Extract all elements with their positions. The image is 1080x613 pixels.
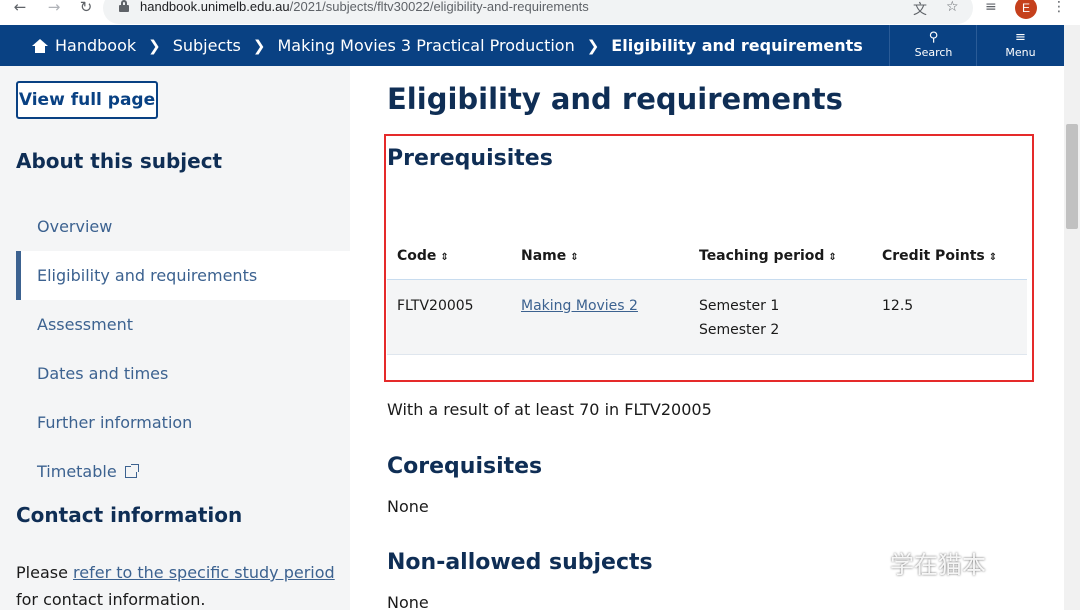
scrollbar-track[interactable]	[1064, 25, 1080, 610]
sort-icon: ⇕	[570, 251, 579, 263]
breadcrumb: Handbook ❯ Subjects ❯ Making Movies 3 Pr…	[32, 25, 863, 66]
sort-icon: ⇕	[988, 251, 998, 263]
translate-icon[interactable]: 文	[913, 0, 927, 19]
breadcrumb-subjects[interactable]: Subjects	[173, 36, 241, 55]
home-icon	[32, 38, 48, 53]
search-button[interactable]: ⚲ Search	[889, 25, 977, 66]
period-2: Semester 2	[699, 321, 780, 338]
cell-credit-points: 12.5	[872, 279, 1027, 355]
nonallowed-value: None	[387, 593, 429, 612]
external-link-icon	[124, 464, 139, 478]
sidebar-item-assessment[interactable]: Assessment	[16, 300, 350, 349]
table-row: FLTV20005 Making Movies 2 Semester 1 Sem…	[387, 279, 1027, 355]
contact-link[interactable]: refer to the specific study period	[73, 563, 335, 582]
sort-icon: ⇕	[440, 251, 449, 263]
kebab-menu-icon[interactable]: ⋮	[1052, 0, 1066, 15]
forward-arrow-icon[interactable]: →	[42, 0, 66, 18]
chevron-right-icon: ❯	[148, 36, 161, 55]
column-header-teaching-period[interactable]: Teaching period ⇕	[689, 233, 872, 280]
scrollbar-thumb[interactable]	[1066, 124, 1078, 229]
chevron-right-icon: ❯	[586, 36, 600, 55]
cell-code: FLTV20005	[387, 279, 511, 355]
sidebar-item-eligibility[interactable]: Eligibility and requirements	[16, 251, 350, 300]
table-header-row: Code ⇕ Name ⇕ Teaching period ⇕ Credit Poin…	[387, 233, 1027, 280]
contact-heading: Contact information	[16, 503, 243, 527]
cell-teaching-period: Semester 1 Semester 2	[689, 279, 872, 355]
url-text[interactable]: handbook.unimelb.edu.au/2021/subjects/fl…	[140, 0, 589, 14]
browser-toolbar: ← → ↻ handbook.unimelb.edu.au/2021/subje…	[0, 0, 1080, 25]
sidebar-item-timetable[interactable]: Timetable	[16, 447, 350, 496]
corequisites-value: None	[387, 497, 429, 516]
about-heading: About this subject	[16, 149, 223, 173]
page-title: Eligibility and requirements	[387, 82, 843, 116]
search-label: Search	[914, 46, 953, 59]
prerequisites-table: Code ⇕ Name ⇕ Teaching period ⇕ Credit Poin…	[387, 233, 1027, 355]
main-content: Eligibility and requirements Prerequisit…	[384, 66, 1047, 612]
column-header-code[interactable]: Code ⇕	[387, 233, 511, 280]
top-navigation: Handbook ❯ Subjects ❯ Making Movies 3 Pr…	[0, 25, 1064, 66]
lock-icon	[119, 0, 129, 12]
cell-name: Making Movies 2	[511, 279, 689, 355]
column-header-credit-points[interactable]: Credit Points ⇕	[872, 233, 1027, 280]
prereq-note: With a result of at least 70 in FLTV2000…	[387, 400, 712, 419]
nonallowed-heading: Non-allowed subjects	[387, 550, 653, 575]
hamburger-icon: ≡	[1015, 30, 1026, 45]
sort-icon: ⇕	[828, 251, 837, 263]
breadcrumb-handbook[interactable]: Handbook	[55, 36, 136, 55]
breadcrumb-current: Eligibility and requirements	[611, 36, 863, 55]
playlist-icon[interactable]: ≡	[985, 0, 997, 15]
star-icon[interactable]: ☆	[946, 0, 959, 15]
period-1: Semester 1	[699, 297, 780, 314]
menu-label: Menu	[1005, 46, 1036, 59]
timetable-label: Timetable	[37, 462, 117, 481]
sidebar-item-dates[interactable]: Dates and times	[16, 349, 350, 398]
avatar[interactable]: E	[1015, 0, 1037, 19]
subject-link[interactable]: Making Movies 2	[521, 298, 638, 314]
sidebar-item-further-info[interactable]: Further information	[16, 398, 350, 447]
back-arrow-icon[interactable]: ←	[8, 0, 32, 18]
view-full-page-button[interactable]: View full page	[16, 81, 158, 119]
contact-text: Please refer to the specific study perio…	[16, 559, 335, 613]
corequisites-heading: Corequisites	[387, 454, 543, 479]
contact-suffix: for contact information.	[16, 590, 206, 609]
sidebar-item-overview[interactable]: Overview	[16, 202, 350, 251]
watermark: 学在猫本	[890, 551, 986, 579]
column-header-name[interactable]: Name ⇕	[511, 233, 689, 280]
breadcrumb-subject[interactable]: Making Movies 3 Practical Production	[277, 36, 574, 55]
reload-icon[interactable]: ↻	[74, 0, 98, 18]
search-icon: ⚲	[928, 30, 939, 45]
contact-prefix: Please	[16, 563, 74, 582]
sidebar: View full page About this subject Overvi…	[0, 66, 350, 610]
prerequisites-heading: Prerequisites	[387, 146, 553, 171]
menu-button[interactable]: ≡ Menu	[976, 25, 1064, 66]
chevron-right-icon: ❯	[252, 36, 266, 55]
